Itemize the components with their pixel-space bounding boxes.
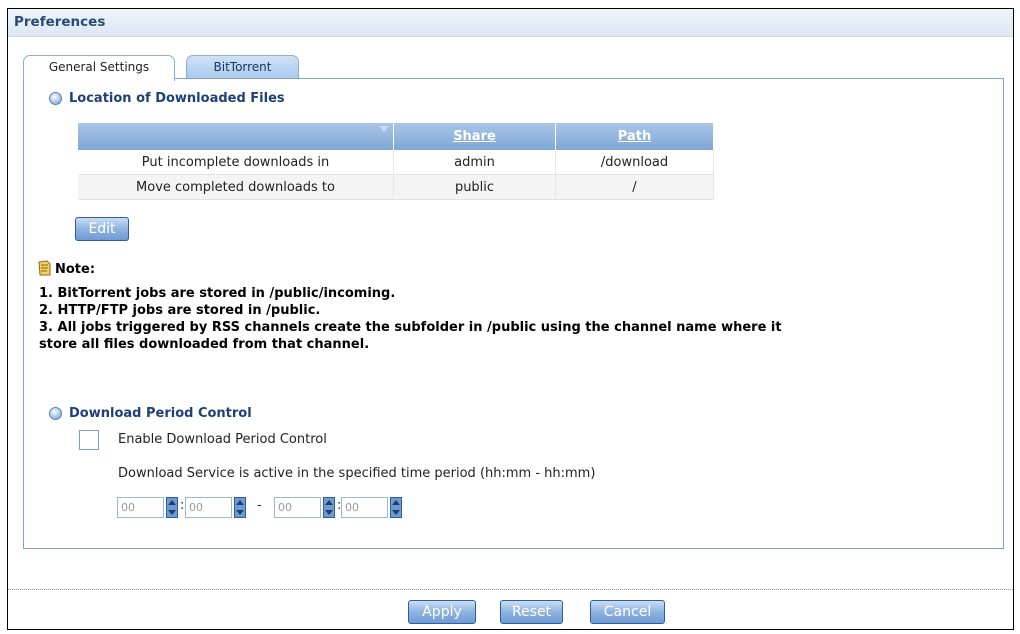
- preferences-header: Preferences: [8, 9, 1013, 37]
- row-share: admin: [393, 150, 556, 175]
- table-header-row: Share Path: [78, 123, 714, 150]
- section-bullet-icon: [49, 407, 62, 420]
- row-share: public: [393, 174, 556, 200]
- general-settings-panel: Location of Downloaded Files Share Path …: [23, 78, 1004, 549]
- start-minute-spinner[interactable]: [234, 497, 246, 518]
- note-line: 3. All jobs triggered by RSS channels cr…: [39, 320, 782, 335]
- enable-period-checkbox[interactable]: [79, 430, 99, 450]
- table-row: Move completed downloads to public /: [78, 174, 714, 200]
- blank-column-header: [78, 123, 394, 150]
- end-minute-input[interactable]: 00: [341, 497, 388, 518]
- time-dash: -: [257, 498, 262, 513]
- row-path: /download: [555, 150, 714, 175]
- tab-general-settings[interactable]: General Settings: [23, 55, 175, 81]
- reset-button[interactable]: Reset: [500, 600, 563, 624]
- start-hour-input[interactable]: 00: [117, 497, 164, 518]
- cancel-button[interactable]: Cancel: [590, 600, 665, 624]
- path-column-header[interactable]: Path: [555, 123, 714, 150]
- enable-period-label: Enable Download Period Control: [118, 432, 327, 447]
- row-label: Put incomplete downloads in: [78, 150, 394, 175]
- time-colon: :: [180, 498, 185, 513]
- sort-arrow-icon: [379, 126, 389, 132]
- apply-button[interactable]: Apply: [408, 600, 476, 624]
- table-row: Put incomplete downloads in admin /downl…: [78, 150, 714, 175]
- note-line: 1. BitTorrent jobs are stored in /public…: [39, 286, 396, 301]
- end-hour-spinner[interactable]: [323, 497, 335, 518]
- page-title: Preferences: [14, 14, 106, 30]
- end-minute-spinner[interactable]: [390, 497, 402, 518]
- row-label: Move completed downloads to: [78, 174, 394, 200]
- preferences-window: Preferences General Settings BitTorrent …: [7, 8, 1014, 630]
- share-column-header[interactable]: Share: [393, 123, 556, 150]
- note-line: store all files downloaded from that cha…: [39, 337, 370, 352]
- period-description: Download Service is active in the specif…: [118, 466, 596, 481]
- edit-button[interactable]: Edit: [75, 217, 129, 241]
- footer-divider: [8, 589, 1013, 590]
- period-section-title: Download Period Control: [69, 406, 252, 421]
- location-table: Share Path Put incomplete downloads in a…: [78, 123, 714, 200]
- row-path: /: [555, 174, 714, 200]
- tab-bittorrent[interactable]: BitTorrent: [186, 55, 299, 79]
- note-icon: [38, 260, 51, 276]
- note-title: Note:: [55, 262, 96, 277]
- end-hour-input[interactable]: 00: [274, 497, 321, 518]
- note-line: 2. HTTP/FTP jobs are stored in /public.: [39, 303, 321, 318]
- location-section-title: Location of Downloaded Files: [69, 91, 285, 106]
- section-bullet-icon: [49, 92, 62, 105]
- start-minute-input[interactable]: 00: [185, 497, 232, 518]
- start-hour-spinner[interactable]: [166, 497, 178, 518]
